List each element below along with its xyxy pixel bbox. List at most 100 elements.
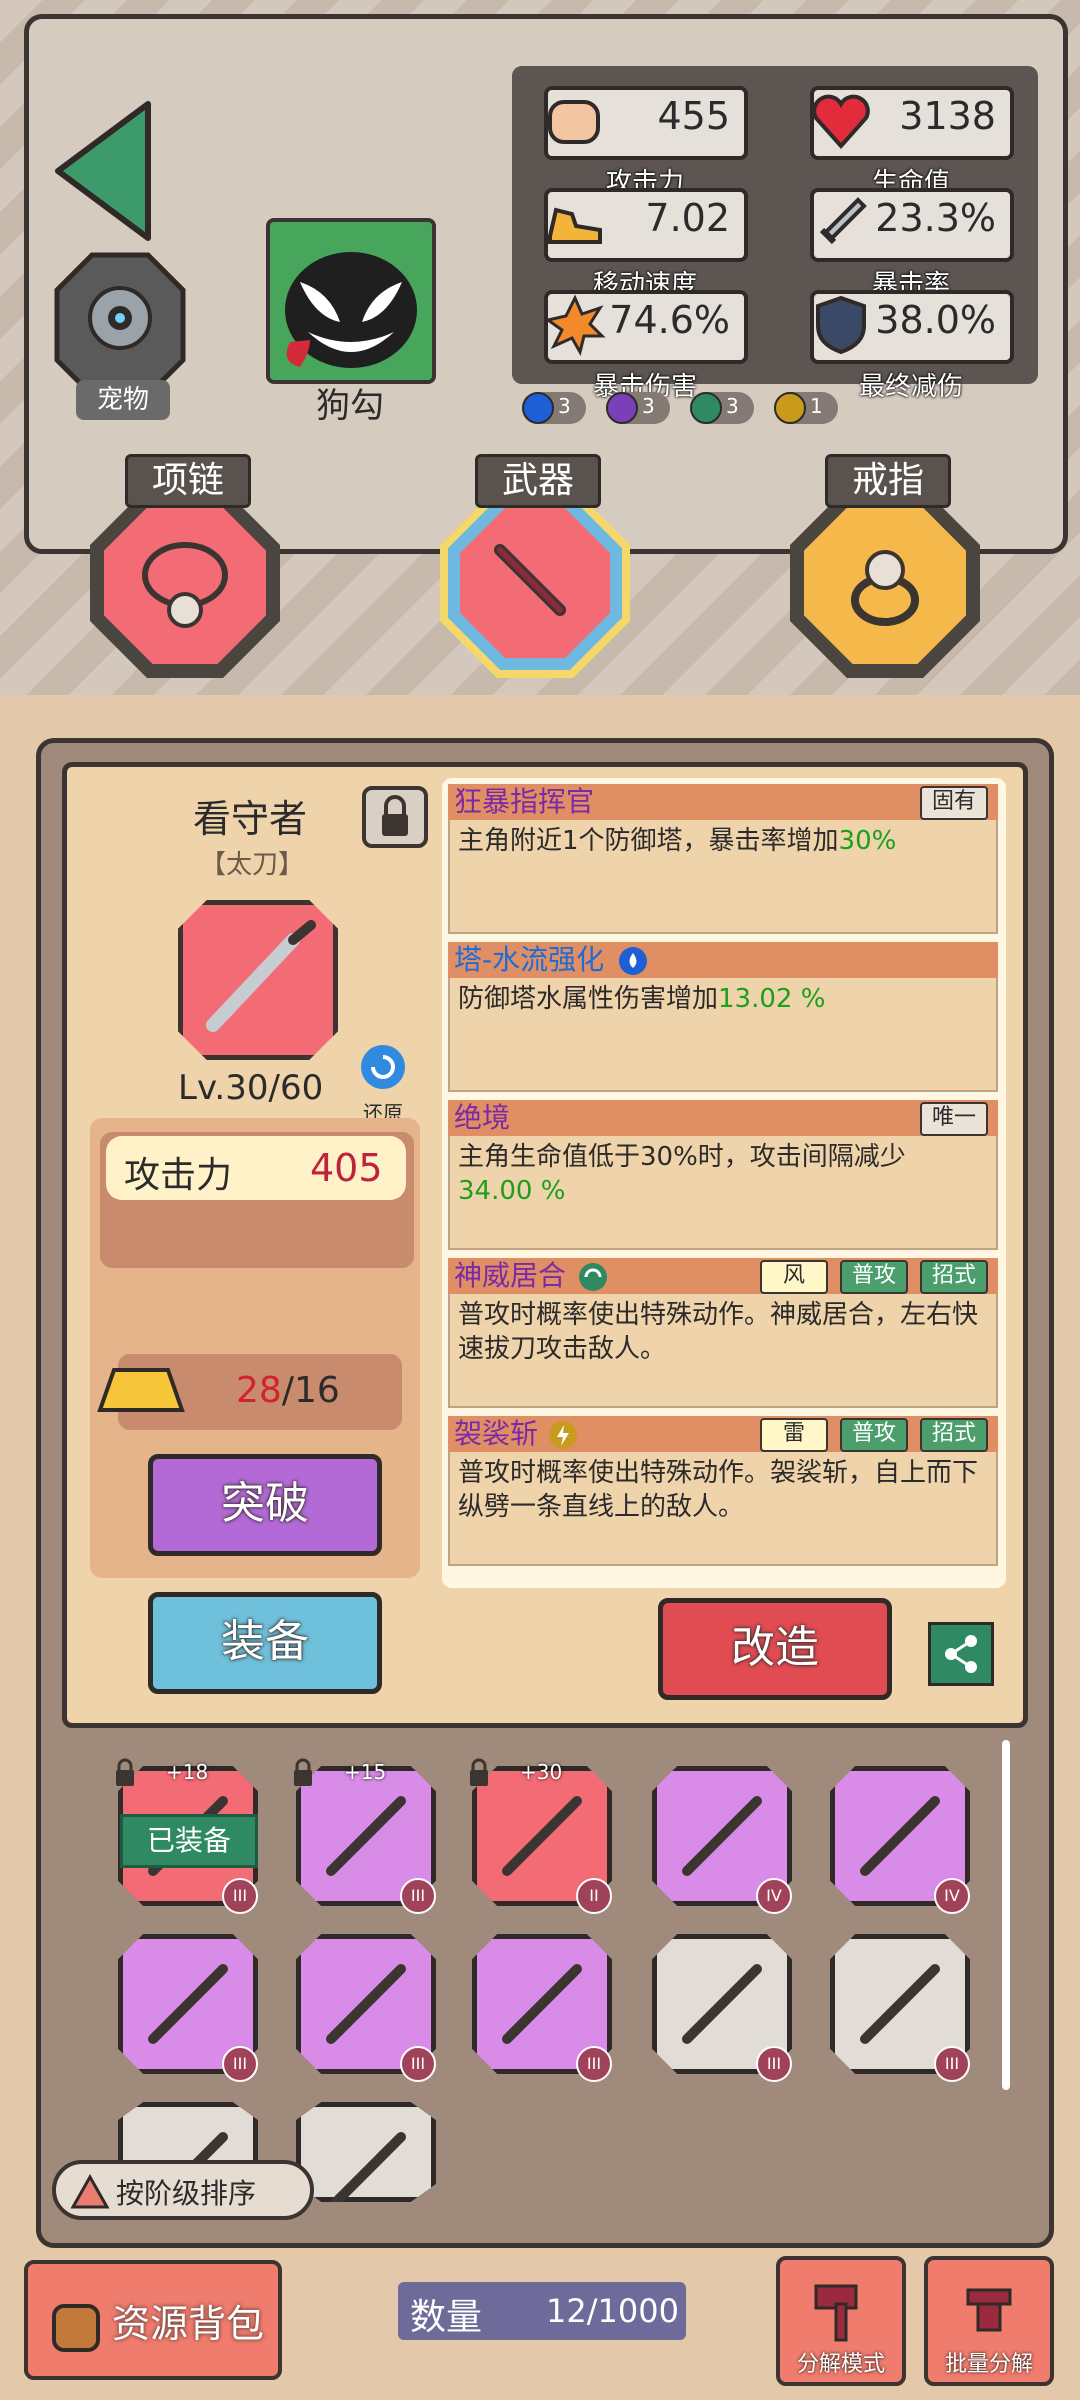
lock-icon (470, 1758, 488, 1786)
resource-bag-button[interactable]: 资源背包 (24, 2260, 282, 2380)
gold-current: 28 (236, 1370, 282, 1411)
item-tier-badge: III (222, 1878, 258, 1914)
water-drop-icon (619, 947, 647, 975)
skill-text: 防御塔水属性伤害增加 (458, 984, 719, 1014)
critdmg-value: 74.6% (609, 298, 730, 342)
wind-swirl-icon (690, 392, 722, 424)
item-tier-badge: II (576, 1878, 612, 1914)
equipped-badge: 已装备 (120, 1814, 258, 1868)
skill-tag: 招式 (920, 1418, 988, 1452)
explosion-icon (544, 294, 606, 356)
weapon-slot-label: 武器 (475, 454, 601, 508)
slot-necklace[interactable]: 项链 (90, 454, 280, 678)
wind-count: 3 (726, 394, 739, 418)
item-tier-badge: III (756, 2046, 792, 2082)
skill-text: 普攻时概率使出特殊动作。神威居合，左右快速拔刀攻击敌人。 (458, 1300, 979, 1364)
batch-decompose-button[interactable]: 批量分解 (924, 2256, 1054, 2386)
skill-title: 狂暴指挥官 (448, 784, 998, 820)
forge-button[interactable]: 改造 (658, 1598, 892, 1700)
resource-bag-label: 资源背包 (112, 2302, 265, 2346)
back-arrow-icon[interactable] (48, 96, 158, 246)
decompose-mode-button[interactable]: 分解模式 (776, 2256, 906, 2386)
item-tier-badge: III (934, 2046, 970, 2082)
batch-decompose-label: 批量分解 (944, 2352, 1033, 2377)
item-plus-level: +18 (166, 1760, 209, 1784)
weapon-level: Lv.30/60 (178, 1068, 324, 1108)
equip-button[interactable]: 装备 (148, 1592, 382, 1694)
share-icon (945, 1635, 977, 1673)
dark-swirl-icon (606, 392, 638, 424)
skill-title: 袈裟斩 (448, 1416, 998, 1452)
skill-title: 塔-水流强化 (448, 942, 998, 978)
inventory-item[interactable] (296, 2102, 436, 2202)
thunder-element: 1 (774, 392, 838, 424)
stat-attack: 455 攻击力 (544, 86, 748, 198)
katana-icon (206, 920, 316, 1032)
lock-icon (382, 795, 408, 836)
lock-icon (294, 1758, 312, 1786)
lock-icon (116, 1758, 134, 1786)
skill-body: 防御塔水属性伤害增加13.02 % (448, 978, 998, 1092)
water-element: 3 (522, 392, 586, 424)
item-tier-badge: III (400, 1878, 436, 1914)
count-label: 数量 (410, 2297, 483, 2338)
reduce-value: 38.0% (875, 298, 996, 342)
character-name: 狗勾 (316, 386, 384, 426)
item-tier-badge: III (576, 2046, 612, 2082)
backpack-icon (52, 2304, 100, 2352)
character-avatar[interactable] (266, 218, 436, 384)
stat-critdmg: 74.6% 暴击伤害 (544, 290, 748, 402)
skill-highlight: 13.02 % (718, 984, 826, 1014)
necklace-icon (142, 542, 228, 628)
gold-amount: 28/16 (236, 1370, 340, 1411)
shield-icon (816, 295, 866, 355)
item-tier-badge: III (400, 2046, 436, 2082)
skill-item: 绝境 主角生命值低于30%时，攻击间隔减少 34.00 % 唯一 (448, 1100, 998, 1250)
slot-ring[interactable]: 戒指 (790, 454, 980, 678)
skill-body: 主角生命值低于30%时，攻击间隔减少 34.00 % (448, 1136, 998, 1250)
shoe-icon (548, 207, 602, 244)
venom-face-icon (270, 222, 432, 380)
dark-count: 3 (642, 394, 655, 418)
necklace-label: 项链 (125, 454, 251, 508)
anvil-icon (966, 2288, 1012, 2332)
hp-value: 3138 (899, 94, 996, 138)
pet-robot-icon[interactable] (52, 250, 188, 400)
wind-element: 3 (690, 392, 754, 424)
skill-highlight: 34.00 % (458, 1176, 566, 1206)
attack-value: 455 (657, 94, 730, 138)
thunder-bolt-icon (549, 1421, 577, 1449)
attack-label: 攻击力 (124, 1155, 233, 1196)
skill-item: 袈裟斩 普攻时概率使出特殊动作。袈裟斩，自上而下纵劈一条直线上的敌人。 雷 普攻… (448, 1416, 998, 1566)
skill-body: 主角附近1个防御塔，暴击率增加30% (448, 820, 998, 934)
gold-bar-icon (97, 1368, 185, 1412)
skill-tag: 普攻 (840, 1418, 908, 1452)
restore-button[interactable]: 还原 (352, 1042, 414, 1125)
attack-value: 405 (310, 1146, 383, 1190)
inventory-scrollbar[interactable] (1002, 1740, 1010, 2090)
share-button[interactable] (928, 1622, 994, 1686)
skill-item: 神威居合 普攻时概率使出特殊动作。神威居合，左右快速拔刀攻击敌人。 风 普攻 招… (448, 1258, 998, 1408)
skill-tag: 唯一 (920, 1102, 988, 1136)
thunder-bolt-icon (774, 392, 806, 424)
skill-item: 狂暴指挥官 主角附近1个防御塔，暴击率增加30% 固有 (448, 784, 998, 934)
hammer-icon (814, 2284, 858, 2342)
reduce-label: 最终减伤 (858, 372, 963, 402)
decompose-mode-label: 分解模式 (796, 2352, 885, 2377)
weapon-sword-icon (494, 544, 566, 616)
thunder-count: 1 (810, 394, 823, 418)
restore-icon (361, 1045, 405, 1089)
slot-weapon[interactable]: 武器 (440, 454, 630, 678)
sort-button[interactable]: 按阶级排序 (52, 2160, 314, 2220)
water-count: 3 (558, 394, 571, 418)
sword-icon (819, 197, 867, 245)
item-tier-badge: IV (756, 1878, 792, 1914)
stat-move: 7.02 移动速度 (544, 188, 748, 300)
skill-body: 普攻时概率使出特殊动作。袈裟斩，自上而下纵劈一条直线上的敌人。 (448, 1452, 998, 1566)
lock-button[interactable] (362, 786, 428, 848)
skill-tag: 固有 (920, 786, 988, 820)
skill-text: 主角附近1个防御塔，暴击率增加 (458, 826, 839, 856)
skill-title: 绝境 (448, 1100, 998, 1136)
break-button[interactable]: 突破 (148, 1454, 382, 1556)
water-drop-icon (522, 392, 554, 424)
